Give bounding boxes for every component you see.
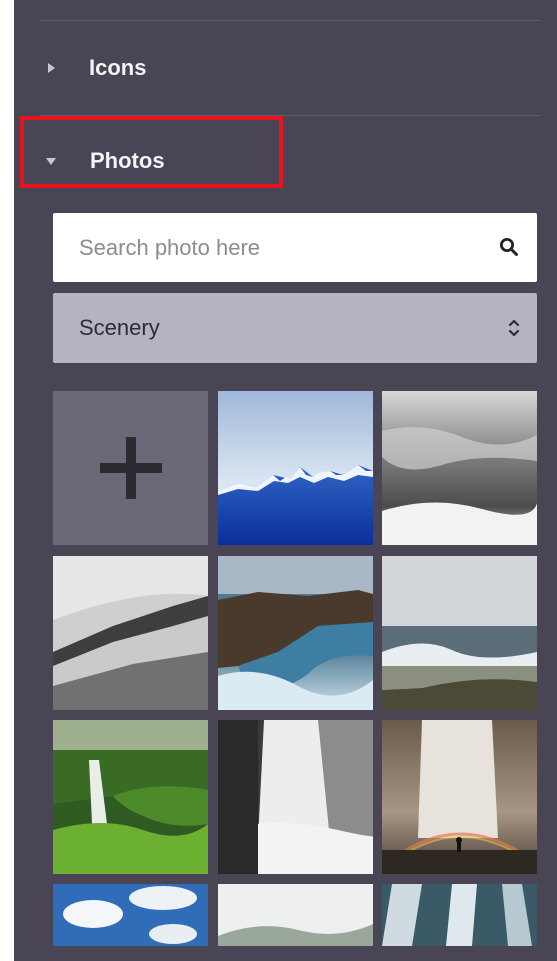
photo-thumbnail[interactable] — [218, 884, 373, 946]
section-photos[interactable]: Photos — [40, 131, 165, 191]
photo-thumbnail[interactable] — [218, 556, 373, 710]
photo-thumbnail[interactable] — [382, 391, 537, 545]
photo-thumbnail[interactable] — [53, 884, 208, 946]
section-icons-label: Icons — [89, 55, 147, 80]
photo-thumbnail[interactable] — [218, 391, 373, 545]
divider — [40, 115, 540, 116]
category-selected-label: Scenery — [79, 315, 160, 340]
plus-icon — [99, 437, 162, 499]
sort-arrows-icon — [508, 319, 520, 337]
caret-down-icon — [46, 157, 56, 165]
photos-sidebar-panel: Icons Photos Scenery — [0, 0, 557, 961]
caret-right-icon — [48, 63, 55, 73]
photo-thumbnail[interactable] — [382, 720, 537, 874]
section-icons[interactable]: Icons — [40, 38, 146, 98]
divider — [40, 20, 540, 21]
photo-thumbnail[interactable] — [382, 884, 537, 946]
search-icon[interactable] — [499, 237, 519, 257]
photo-thumbnail[interactable] — [53, 556, 208, 710]
left-edge — [0, 0, 14, 961]
photo-search-box — [53, 213, 537, 282]
photo-thumbnail[interactable] — [218, 720, 373, 874]
section-photos-label: Photos — [90, 148, 165, 173]
photo-thumbnail[interactable] — [382, 556, 537, 710]
photo-search-input[interactable] — [53, 213, 473, 282]
photo-thumbnail[interactable] — [53, 720, 208, 874]
add-photo-button[interactable] — [53, 391, 208, 545]
category-select[interactable]: Scenery — [53, 293, 537, 363]
